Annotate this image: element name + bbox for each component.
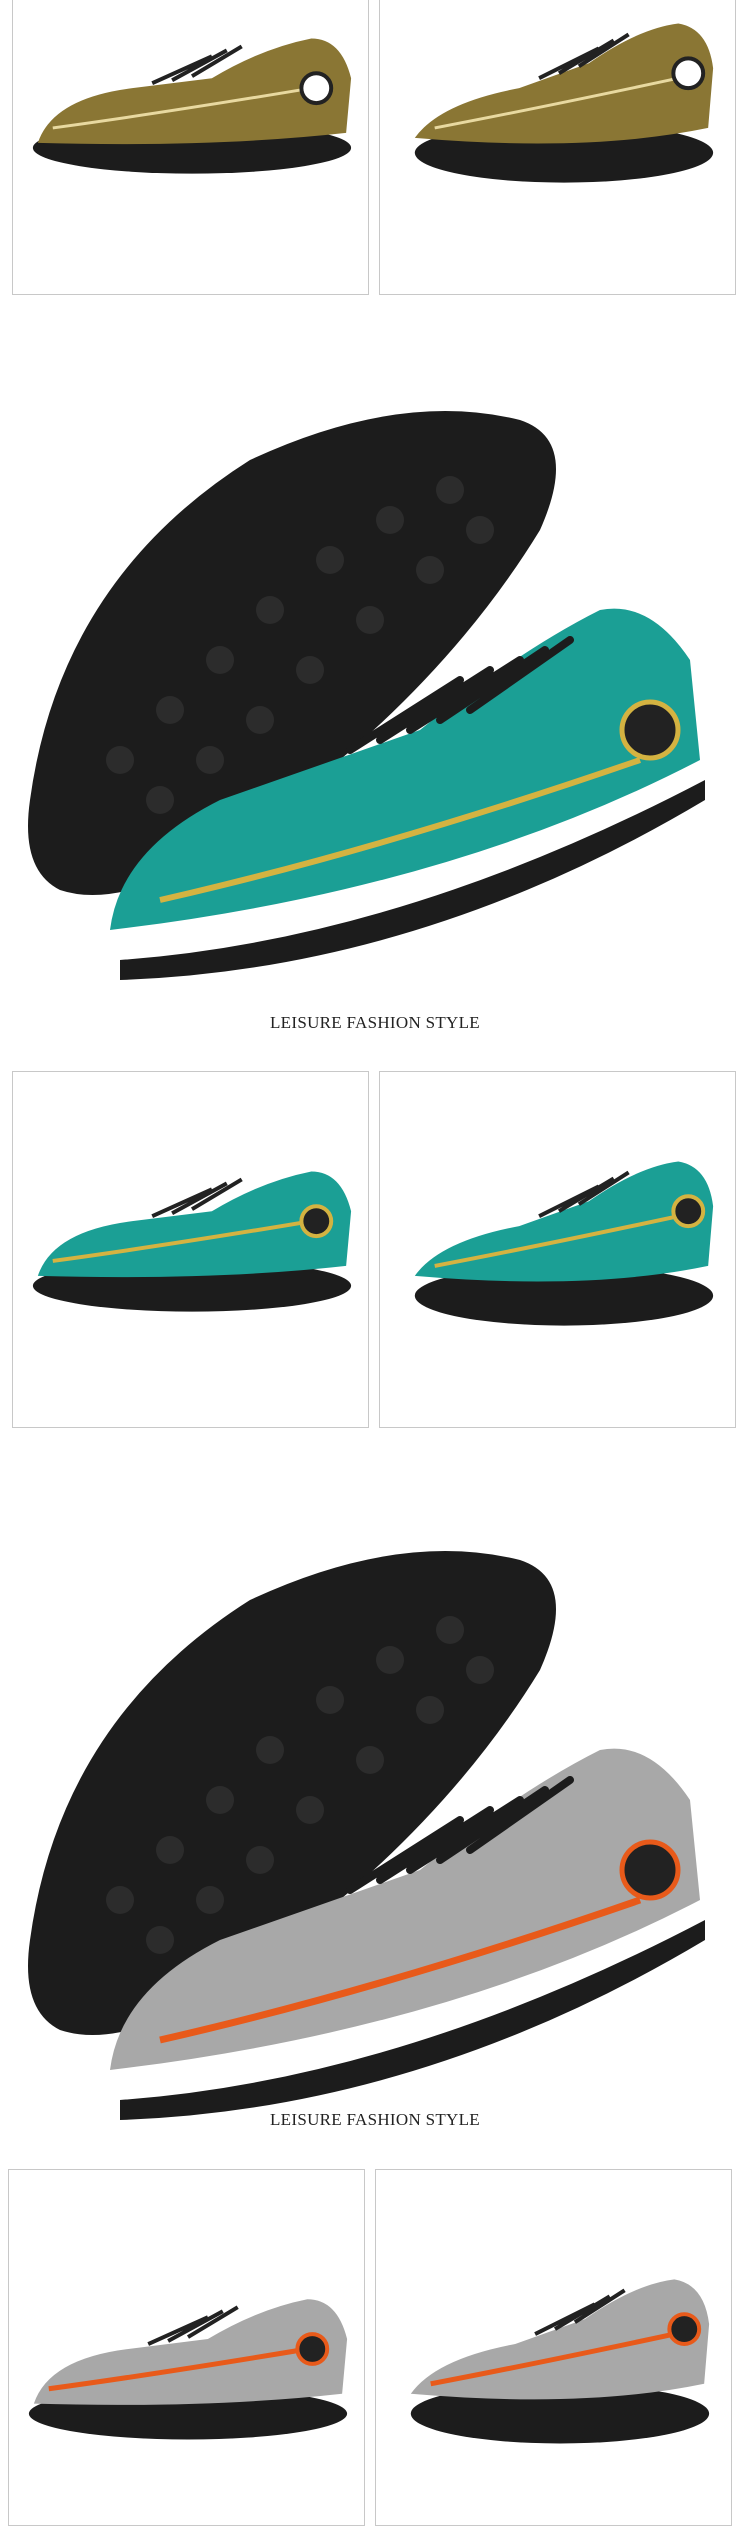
shoe-side-view-icon — [32, 38, 352, 174]
shoe-side-view-icon — [32, 1171, 352, 1312]
silver-thumb-side — [8, 2169, 365, 2526]
teal-thumb-angle — [379, 1071, 736, 1428]
shoe-angle-view-icon — [410, 2279, 710, 2444]
teal-thumb-side — [12, 1071, 369, 1428]
teal-hero-image — [0, 330, 750, 1020]
teal-caption: LEISURE FASHION STYLE — [270, 1013, 480, 1032]
shoe-angle-view-icon — [414, 23, 714, 183]
gold-thumb-angle — [379, 0, 736, 295]
silver-hero-image — [0, 1470, 750, 2160]
shoe-side-view-icon — [28, 2299, 348, 2440]
shoe-hero-view-icon — [28, 1551, 705, 2120]
silver-thumb-angle — [375, 2169, 732, 2526]
shoe-hero-view-icon — [28, 411, 705, 980]
gold-thumb-side — [12, 0, 369, 295]
shoe-angle-view-icon — [414, 1161, 714, 1326]
silver-caption: LEISURE FASHION STYLE — [270, 2110, 480, 2129]
